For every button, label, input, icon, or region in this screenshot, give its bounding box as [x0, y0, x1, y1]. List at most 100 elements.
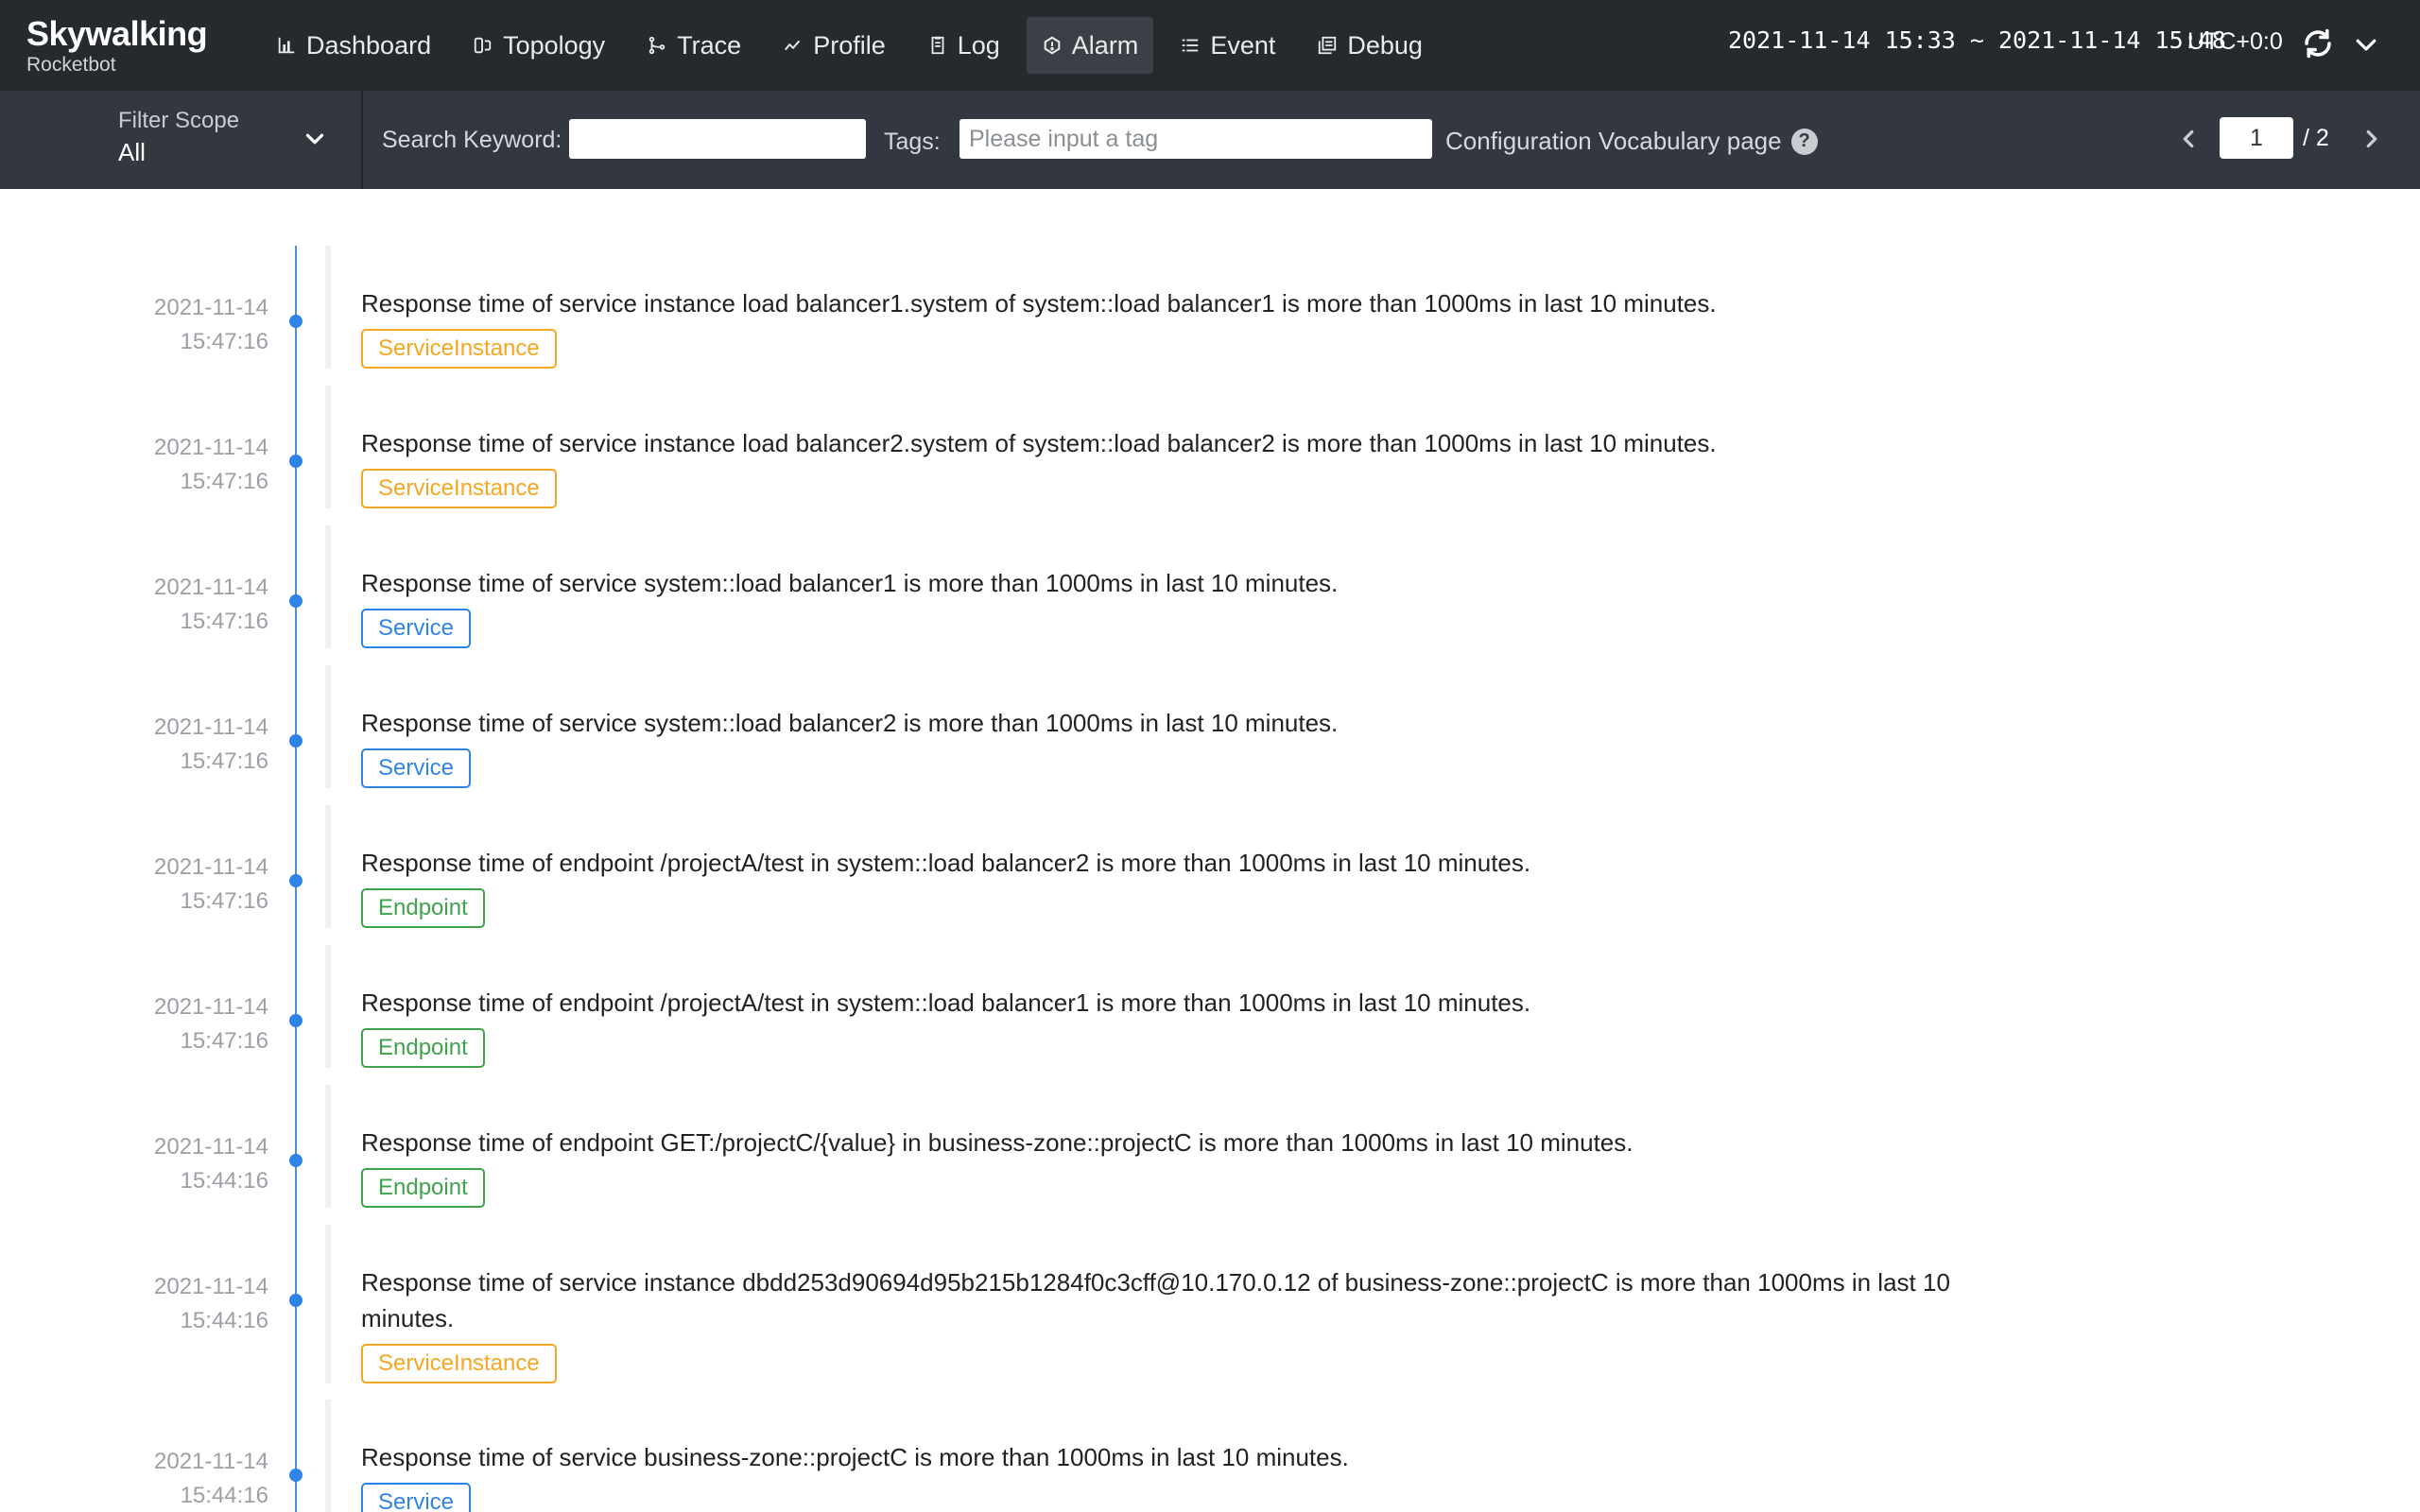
alarm-scope-tag: Service: [361, 1483, 472, 1512]
nav-item-alarm[interactable]: Alarm: [1026, 17, 1154, 74]
alarm-timestamp: 2021-11-14 15:47:16: [154, 711, 268, 779]
alarm-scope-tag: ServiceInstance: [361, 1344, 557, 1383]
filter-scope-value: All: [118, 138, 146, 166]
bar-chart-icon: [276, 35, 297, 56]
nav-item-label: Trace: [677, 30, 742, 60]
alarm-date: 2021-11-14: [154, 295, 268, 320]
filter-scope-select[interactable]: Filter Scope All: [0, 91, 363, 189]
alarm-timestamp: 2021-11-14 15:44:16: [154, 1130, 268, 1198]
refresh-icon[interactable]: [2301, 26, 2335, 60]
alarm-message[interactable]: Response time of endpoint /projectA/test…: [361, 985, 2025, 1021]
page-number-input[interactable]: [2220, 117, 2293, 159]
profile-icon: [783, 35, 804, 56]
timeline-dot: [289, 874, 302, 887]
alarm-card: Response time of service business-zone::…: [325, 1400, 2027, 1512]
page-total: / 2: [2303, 125, 2329, 151]
nav-item-debug[interactable]: Debug: [1302, 17, 1438, 74]
alarm-date: 2021-11-14: [154, 1134, 268, 1160]
alarm-date: 2021-11-14: [154, 1449, 268, 1474]
alarm-time: 15:47:16: [180, 609, 268, 634]
alarm-time: 15:47:16: [180, 748, 268, 774]
alarm-timestamp: 2021-11-14 15:47:16: [154, 291, 268, 359]
alarm-timestamp: 2021-11-14 15:47:16: [154, 850, 268, 919]
alarm-message[interactable]: Response time of endpoint GET:/projectC/…: [361, 1125, 2025, 1160]
nav-item-profile[interactable]: Profile: [768, 17, 901, 74]
alarm-scope-tag: Service: [361, 748, 472, 788]
logo[interactable]: Skywalking Rocketbot: [26, 15, 216, 81]
alarm-timestamp: 2021-11-14 15:44:16: [154, 1270, 268, 1338]
alarm-timestamp: 2021-11-14 15:47:16: [154, 431, 268, 499]
search-keyword-input[interactable]: [569, 119, 866, 159]
alarm-message[interactable]: Response time of service instance dbdd25…: [361, 1264, 2025, 1336]
log-icon: [927, 35, 948, 56]
alarm-date: 2021-11-14: [154, 1274, 268, 1299]
list-icon: [1180, 35, 1201, 56]
nav-item-event[interactable]: Event: [1165, 17, 1290, 74]
nav-item-label: Log: [957, 30, 1000, 60]
alarm-date: 2021-11-14: [154, 435, 268, 460]
alarm-date: 2021-11-14: [154, 575, 268, 600]
alarm-message[interactable]: Response time of service system::load ba…: [361, 565, 2025, 601]
trace-icon: [647, 35, 667, 56]
alarm-message[interactable]: Response time of service instance load b…: [361, 285, 2025, 321]
alarm-date: 2021-11-14: [154, 854, 268, 880]
chevron-left-icon[interactable]: [2174, 125, 2203, 153]
nav-item-trace[interactable]: Trace: [631, 17, 756, 74]
nav-item-label: Alarm: [1071, 30, 1139, 60]
alarm-message[interactable]: Response time of service business-zone::…: [361, 1439, 2025, 1475]
logo-name: Skywalking: [26, 14, 208, 53]
alarm-message[interactable]: Response time of service instance load b…: [361, 425, 2025, 461]
alarm-scope-tag: ServiceInstance: [361, 469, 557, 508]
alarm-date: 2021-11-14: [154, 714, 268, 740]
nav-item-dashboard[interactable]: Dashboard: [261, 17, 446, 74]
alarm-message[interactable]: Response time of service system::load ba…: [361, 705, 2025, 741]
alarm-card: Response time of service instance load b…: [325, 246, 2027, 369]
timeline-dot: [289, 1294, 302, 1307]
nav-item-topology[interactable]: Topology: [458, 17, 620, 74]
alarm-card: Response time of service system::load ba…: [325, 665, 2027, 788]
alarm-timestamp: 2021-11-14 15:44:16: [154, 1445, 268, 1512]
main-nav: Dashboard Topology Trace Profile Log Alarm Eve…: [261, 17, 1438, 74]
chevron-down-icon[interactable]: [2352, 30, 2380, 59]
alarm-card: Response time of service system::load ba…: [325, 525, 2027, 648]
timeline-dot: [289, 1014, 302, 1027]
chevron-right-icon[interactable]: [2358, 125, 2386, 153]
time-range-picker[interactable]: 2021-11-14 15:33 ~ 2021-11-14 15:48: [1728, 26, 2226, 54]
timeline-dot: [289, 455, 302, 468]
nav-item-log[interactable]: Log: [912, 17, 1015, 74]
alarm-date: 2021-11-14: [154, 994, 268, 1020]
logo-subtitle: Rocketbot: [26, 54, 116, 76]
nav-item-label: Dashboard: [306, 30, 432, 60]
configuration-vocabulary-link[interactable]: Configuration Vocabulary page ?: [1445, 127, 1818, 156]
alarm-icon: [1042, 35, 1063, 56]
alarm-scope-tag: Endpoint: [361, 888, 485, 928]
timeline-dot: [289, 1154, 302, 1167]
alarm-card: Response time of endpoint GET:/projectC/…: [325, 1085, 2027, 1208]
alarm-card: Response time of endpoint /projectA/test…: [325, 945, 2027, 1068]
alarm-scope-tag: Service: [361, 609, 472, 648]
alarm-timeline: 2021-11-14 15:47:16 Response time of servi…: [0, 189, 2420, 1512]
alarm-scope-tag: Endpoint: [361, 1168, 485, 1208]
filter-scope-label: Filter Scope: [118, 108, 240, 133]
nav-item-label: Debug: [1347, 30, 1423, 60]
alarm-time: 15:44:16: [180, 1168, 268, 1194]
debug-icon: [1317, 35, 1338, 56]
chevron-down-icon[interactable]: [301, 125, 329, 153]
alarm-card: Response time of endpoint /projectA/test…: [325, 805, 2027, 928]
alarm-timestamp: 2021-11-14 15:47:16: [154, 571, 268, 639]
alarm-card: Response time of service instance dbdd25…: [325, 1225, 2027, 1383]
alarm-time: 15:44:16: [180, 1308, 268, 1333]
help-icon[interactable]: ?: [1790, 128, 1818, 155]
topology-icon: [473, 35, 493, 56]
alarm-time: 15:47:16: [180, 469, 268, 494]
alarm-message[interactable]: Response time of endpoint /projectA/test…: [361, 845, 2025, 881]
nav-item-label: Topology: [503, 30, 606, 60]
configuration-vocabulary-label: Configuration Vocabulary page: [1445, 127, 1782, 155]
alarm-time: 15:44:16: [180, 1483, 268, 1508]
timeline-dot: [289, 1469, 302, 1482]
alarm-timestamp: 2021-11-14 15:47:16: [154, 990, 268, 1058]
alarm-scope-tag: ServiceInstance: [361, 329, 557, 369]
timezone-label[interactable]: UTC+0:0: [2187, 28, 2283, 56]
tags-input[interactable]: [959, 119, 1432, 159]
alarm-card: Response time of service instance load b…: [325, 386, 2027, 508]
